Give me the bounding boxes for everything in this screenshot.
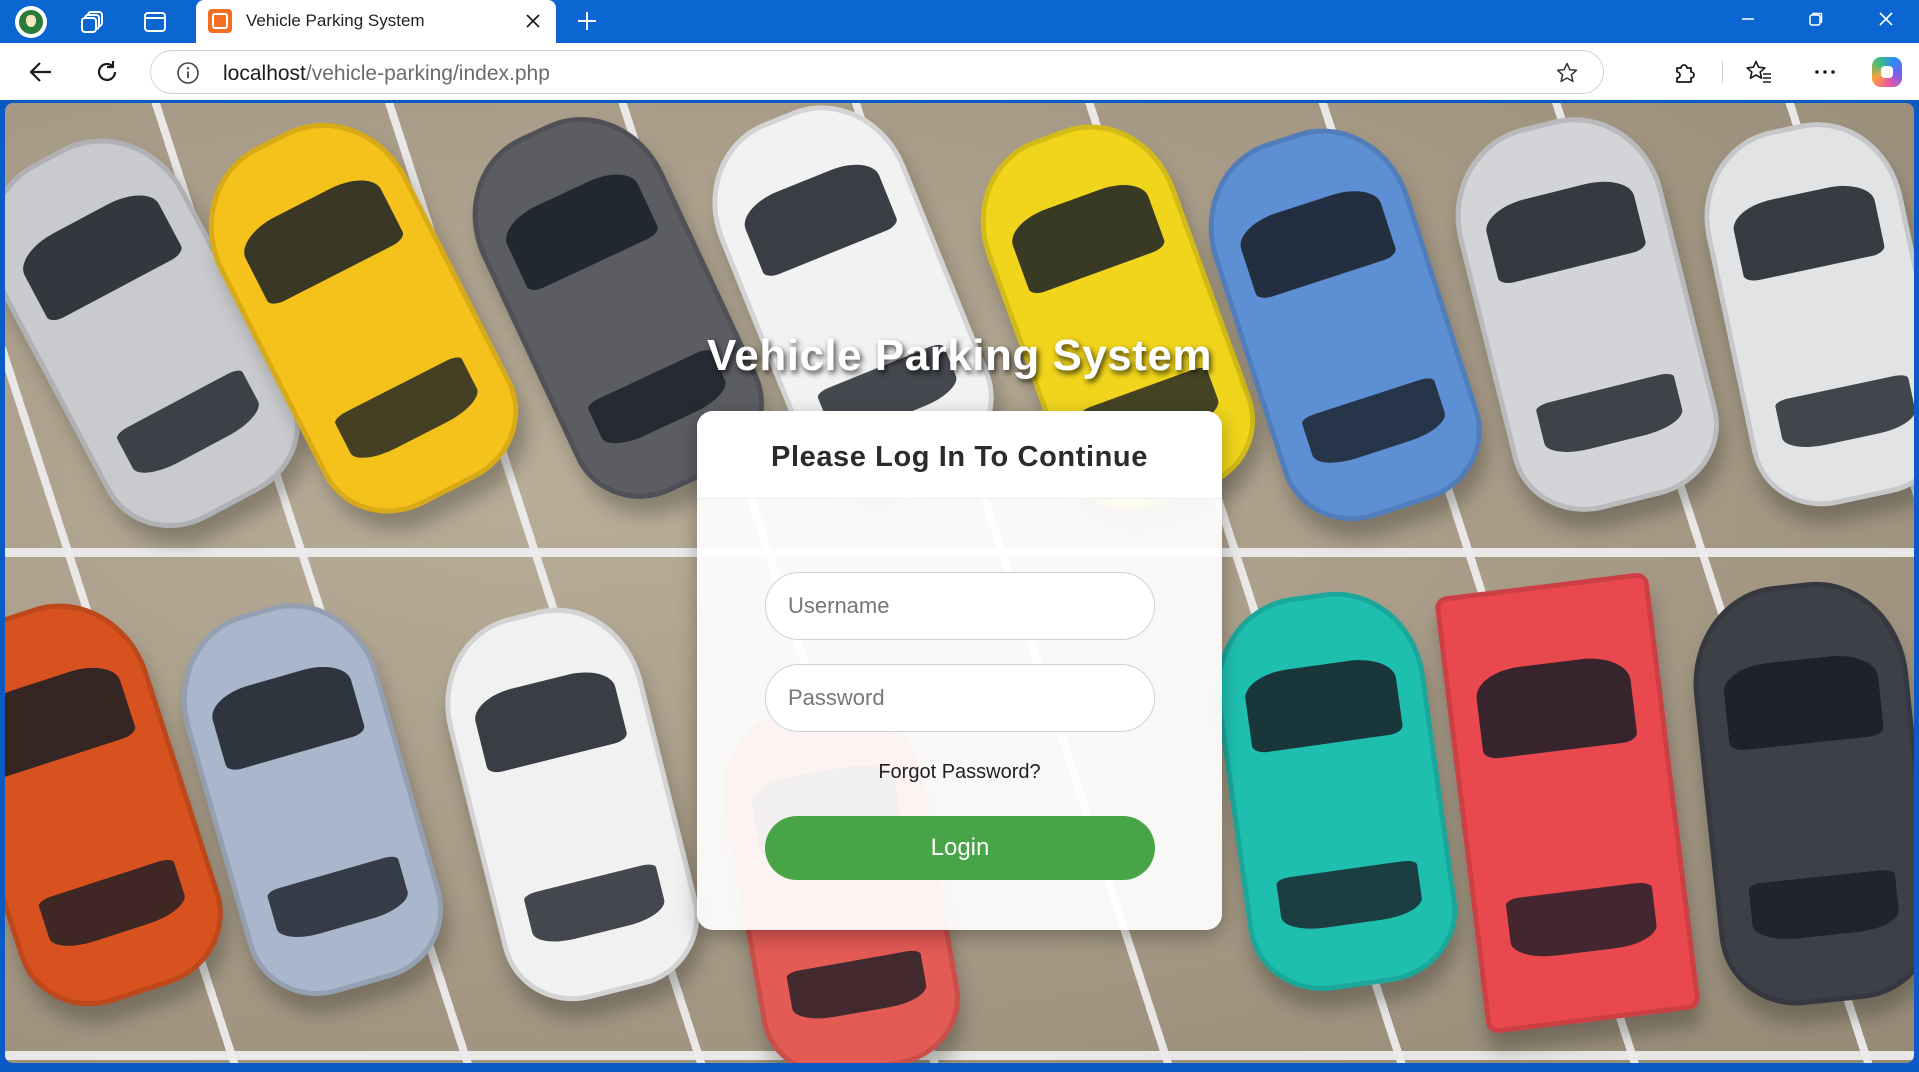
login-heading: Please Log In To Continue — [771, 441, 1148, 473]
close-icon[interactable] — [520, 8, 546, 34]
parked-truck-red — [1433, 571, 1702, 1035]
url-host: localhost — [223, 62, 306, 85]
page-title: Vehicle Parking System — [706, 331, 1213, 380]
xampp-favicon-icon — [208, 9, 232, 33]
username-input[interactable] — [765, 572, 1155, 640]
favorites-icon[interactable] — [1740, 53, 1778, 91]
info-icon[interactable] — [175, 60, 201, 86]
tab-actions-icon[interactable] — [138, 5, 172, 39]
parked-car-teal — [1203, 580, 1467, 1001]
more-options-icon[interactable] — [1806, 53, 1844, 91]
parked-car-black — [1683, 572, 1914, 1014]
window-close-icon[interactable] — [1856, 0, 1916, 38]
login-button[interactable]: Login — [765, 816, 1155, 880]
profile-avatar-icon[interactable] — [14, 5, 48, 39]
parking-line — [5, 1051, 1914, 1060]
parked-car-white-2 — [1687, 106, 1914, 520]
new-tab-plus-icon[interactable] — [570, 4, 604, 38]
url-text[interactable]: localhost/vehicle-parking/index.php — [223, 62, 550, 86]
login-card-header: Please Log In To Continue — [697, 411, 1222, 499]
parked-car-blue — [1184, 105, 1501, 541]
extensions-puzzle-icon[interactable] — [1666, 53, 1704, 91]
browser-toolbar: localhost/vehicle-parking/index.php — [0, 43, 1919, 100]
copilot-icon[interactable] — [1868, 53, 1906, 91]
refresh-icon[interactable] — [88, 53, 126, 91]
tab-vehicle-parking[interactable]: Vehicle Parking System — [196, 0, 556, 43]
minimize-icon[interactable] — [1718, 0, 1778, 38]
favorite-star-icon[interactable] — [1553, 59, 1581, 87]
restore-icon[interactable] — [1786, 0, 1846, 38]
parked-car-white-3 — [425, 589, 715, 1017]
tab-title: Vehicle Parking System — [246, 11, 425, 30]
browser-tab-bar: Vehicle Parking System — [0, 0, 1919, 43]
back-arrow-icon[interactable] — [22, 53, 60, 91]
forgot-password-link[interactable]: Forgot Password? — [697, 761, 1222, 784]
address-bar[interactable]: localhost/vehicle-parking/index.php — [150, 50, 1604, 94]
workspaces-icon[interactable] — [76, 5, 110, 39]
parked-car-silver-2 — [1435, 103, 1735, 528]
login-card: Please Log In To Continue Forgot Passwor… — [697, 411, 1222, 930]
password-input[interactable] — [765, 664, 1155, 732]
page-viewport: Vehicle Parking System Please Log In To … — [5, 103, 1914, 1063]
url-path: /vehicle-parking/index.php — [305, 62, 550, 85]
toolbar-divider — [1722, 61, 1723, 83]
